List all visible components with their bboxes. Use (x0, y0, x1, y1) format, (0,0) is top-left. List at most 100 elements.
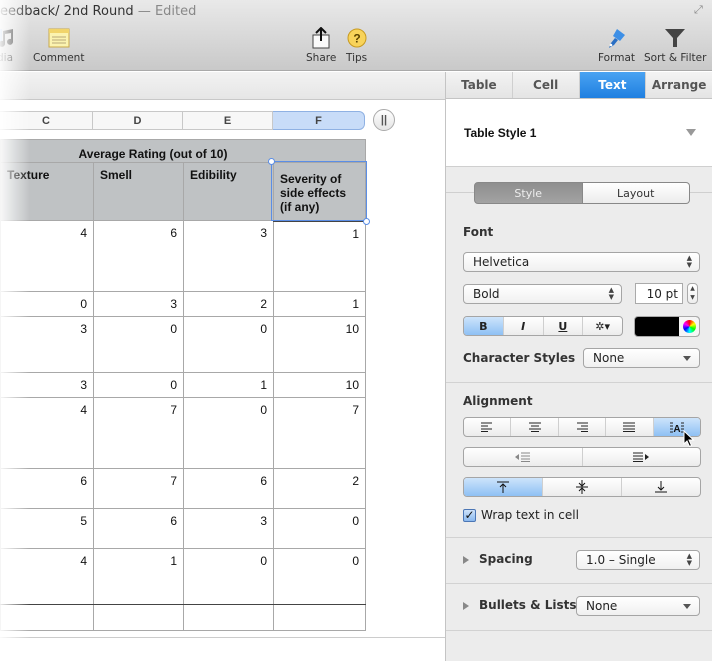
text-options-gear-button[interactable]: ✲▾ (583, 317, 622, 335)
divider (446, 537, 712, 538)
tab-cell[interactable]: Cell (513, 72, 580, 98)
align-center-button[interactable] (511, 418, 559, 436)
align-top-button[interactable] (464, 478, 543, 496)
sort-filter-button[interactable]: Sort & Filter (644, 26, 706, 64)
table-cell[interactable]: 10 (273, 372, 366, 398)
tips-button[interactable]: ? Tips (346, 26, 367, 64)
table-cell[interactable]: 2 (273, 468, 366, 509)
chevron-down-icon (683, 356, 691, 361)
selection-handle-bottom[interactable] (363, 218, 370, 225)
tab-arrange[interactable]: Arrange (646, 72, 712, 98)
table-cell[interactable]: 6 (183, 468, 274, 509)
table-cell[interactable]: 1 (183, 372, 274, 398)
table-cell[interactable]: 7 (273, 397, 366, 469)
table-cell[interactable]: 0 (93, 372, 184, 398)
table-row: 0 3 2 1 (0, 291, 366, 317)
bullets-lists-label[interactable]: Bullets & Lists (479, 598, 577, 612)
table-cell[interactable]: 6 (93, 220, 184, 292)
column-header-f[interactable]: F (273, 111, 365, 130)
share-button[interactable]: Share (306, 26, 336, 64)
table-cell[interactable]: 4 (0, 397, 94, 469)
format-brush-icon (598, 26, 635, 50)
font-family-popup[interactable]: Helvetica ▲ ▼ (463, 252, 700, 272)
disclosure-triangle-icon[interactable] (463, 602, 469, 610)
table-cell[interactable]: 1 (273, 291, 366, 317)
table-cell[interactable]: 3 (93, 291, 184, 317)
font-size-field[interactable]: 10 pt (635, 283, 683, 304)
format-button[interactable]: Format (598, 26, 635, 64)
table-cell[interactable]: 0 (93, 316, 184, 373)
decrease-indent-button[interactable] (464, 448, 583, 466)
align-middle-button[interactable] (543, 478, 622, 496)
table-cell[interactable] (183, 604, 274, 631)
column-header-c[interactable]: C (0, 111, 93, 130)
table-cell[interactable]: 0 (183, 316, 274, 373)
spacing-popup[interactable]: 1.0 – Single ▲ ▼ (576, 550, 700, 570)
table-cell[interactable]: 3 (183, 508, 274, 549)
header-cell-selected[interactable]: Severity of side effects (if any) (273, 162, 366, 222)
segment-layout[interactable]: Layout (582, 182, 690, 204)
font-style-popup[interactable]: Bold ▲ ▼ (463, 284, 622, 304)
media-button[interactable]: dia (0, 26, 16, 64)
table-cell[interactable]: 6 (0, 468, 94, 509)
italic-button[interactable]: I (504, 317, 544, 335)
fullscreen-icon[interactable]: ⤢ (694, 4, 708, 18)
wrap-text-checkbox[interactable]: ✓ (463, 509, 476, 522)
character-styles-popup[interactable]: None (583, 348, 700, 368)
sort-filter-label: Sort & Filter (644, 52, 707, 64)
table-row: 5 6 3 0 (0, 508, 366, 549)
header-cell[interactable]: Texture (0, 162, 94, 221)
format-label: Format (598, 52, 636, 64)
column-header-d[interactable]: D (93, 111, 183, 130)
align-bottom-icon (655, 481, 667, 493)
align-center-icon (528, 422, 541, 432)
table-cell[interactable]: 0 (0, 291, 94, 317)
align-bottom-button[interactable] (622, 478, 700, 496)
justify-button[interactable] (606, 418, 654, 436)
tab-table[interactable]: Table (446, 72, 513, 98)
bold-button[interactable]: B (464, 317, 504, 335)
table-cell[interactable]: 0 (273, 548, 366, 605)
selection-handle-top[interactable] (268, 158, 275, 165)
add-column-handle[interactable]: || (373, 109, 395, 131)
table-cell[interactable]: 3 (0, 372, 94, 398)
table-cell[interactable]: 7 (93, 468, 184, 509)
table-cell[interactable] (0, 604, 94, 631)
header-cell[interactable]: Edibility (183, 162, 274, 221)
table-cell[interactable] (273, 604, 366, 631)
spacing-label[interactable]: Spacing (479, 552, 533, 566)
table-style-selector[interactable]: Table Style 1 (446, 99, 712, 167)
group-header-cell[interactable]: Average Rating (out of 10) (0, 139, 366, 163)
align-right-button[interactable] (559, 418, 607, 436)
table-cell[interactable]: 0 (183, 548, 274, 605)
font-size-stepper[interactable]: ▲ ▼ (687, 283, 698, 304)
column-header-e[interactable]: E (183, 111, 273, 130)
table-cell[interactable]: 0 (183, 397, 274, 469)
chevron-down-icon[interactable] (686, 129, 696, 136)
tab-text[interactable]: Text (579, 72, 647, 98)
table-cell[interactable]: 2 (183, 291, 274, 317)
underline-button[interactable]: U (544, 317, 584, 335)
align-left-button[interactable] (464, 418, 512, 436)
table-cell[interactable]: 3 (183, 220, 274, 292)
table-cell[interactable]: 7 (93, 397, 184, 469)
table-cell[interactable]: 6 (93, 508, 184, 549)
text-color-well[interactable] (634, 316, 700, 337)
table-cell[interactable]: 10 (273, 316, 366, 373)
canvas-divider (0, 637, 445, 638)
comment-button[interactable]: Comment (33, 26, 84, 64)
table-cell[interactable] (93, 604, 184, 631)
bullets-lists-popup[interactable]: None (576, 596, 700, 616)
table-cell[interactable]: 1 (273, 220, 366, 292)
segment-style[interactable]: Style (474, 182, 583, 204)
table-cell[interactable]: 4 (0, 548, 94, 605)
updown-arrows-icon: ▲ ▼ (686, 552, 692, 567)
table-cell[interactable]: 3 (0, 316, 94, 373)
table-cell[interactable]: 4 (0, 220, 94, 292)
table-cell[interactable]: 1 (93, 548, 184, 605)
color-wheel-icon[interactable] (679, 317, 699, 336)
table-cell[interactable]: 5 (0, 508, 94, 549)
disclosure-triangle-icon[interactable] (463, 556, 469, 564)
table-cell[interactable]: 0 (273, 508, 366, 549)
header-cell[interactable]: Smell (93, 162, 184, 221)
